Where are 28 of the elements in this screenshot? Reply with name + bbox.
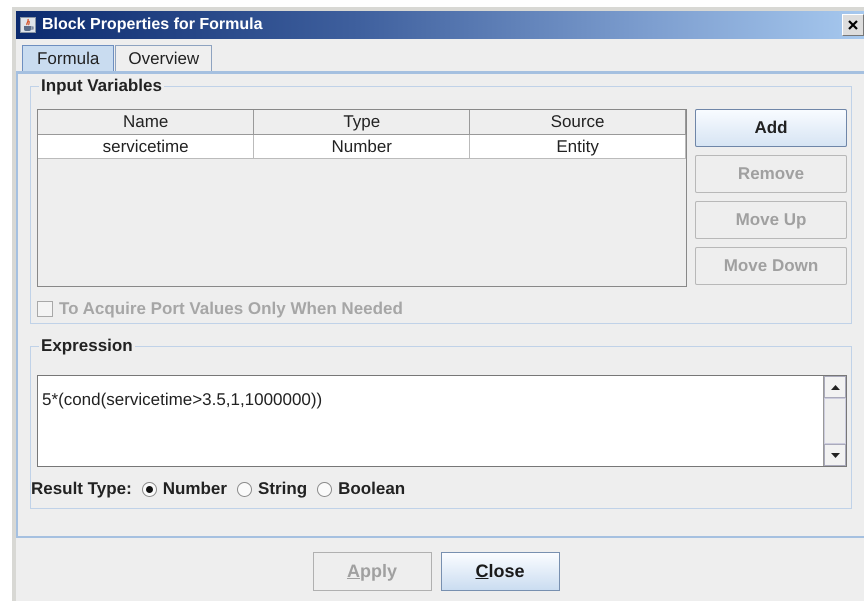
- scrollbar[interactable]: [823, 376, 846, 466]
- group-title: Expression: [39, 336, 135, 356]
- table-cell: Number: [254, 134, 470, 158]
- tab[interactable]: Formula: [22, 45, 114, 71]
- group-title: Input Variables: [39, 76, 164, 96]
- column-header[interactable]: Type: [254, 110, 470, 134]
- column-header[interactable]: Name: [38, 110, 254, 134]
- radio-button[interactable]: [142, 482, 157, 496]
- radio-button[interactable]: [317, 482, 332, 496]
- radio-label: Number: [162, 479, 227, 499]
- radio-label: String: [258, 479, 308, 499]
- table-cell: servicetime: [38, 134, 254, 158]
- radio-label: Boolean: [338, 479, 406, 499]
- coffee-cup-icon: [20, 17, 36, 33]
- up-arrow-icon: [830, 384, 840, 390]
- dialog-button[interactable]: Close: [440, 552, 560, 591]
- close-icon: [848, 20, 858, 30]
- tab[interactable]: Overview: [115, 45, 212, 71]
- result-type-label: Result Type:: [31, 479, 132, 499]
- window-title: Block Properties for Formula: [42, 16, 264, 34]
- checkbox-label: To Acquire Port Values Only When Needed: [59, 299, 403, 319]
- column-header[interactable]: Source: [470, 110, 686, 134]
- down-arrow-icon: [830, 452, 840, 458]
- close-button[interactable]: [842, 14, 864, 36]
- radio-button[interactable]: [237, 482, 252, 496]
- expression-field[interactable]: 5*(cond(servicetime>3.5,1,1000000)): [37, 375, 847, 467]
- table-cell: Entity: [470, 134, 686, 158]
- action-button[interactable]: Add: [695, 109, 847, 147]
